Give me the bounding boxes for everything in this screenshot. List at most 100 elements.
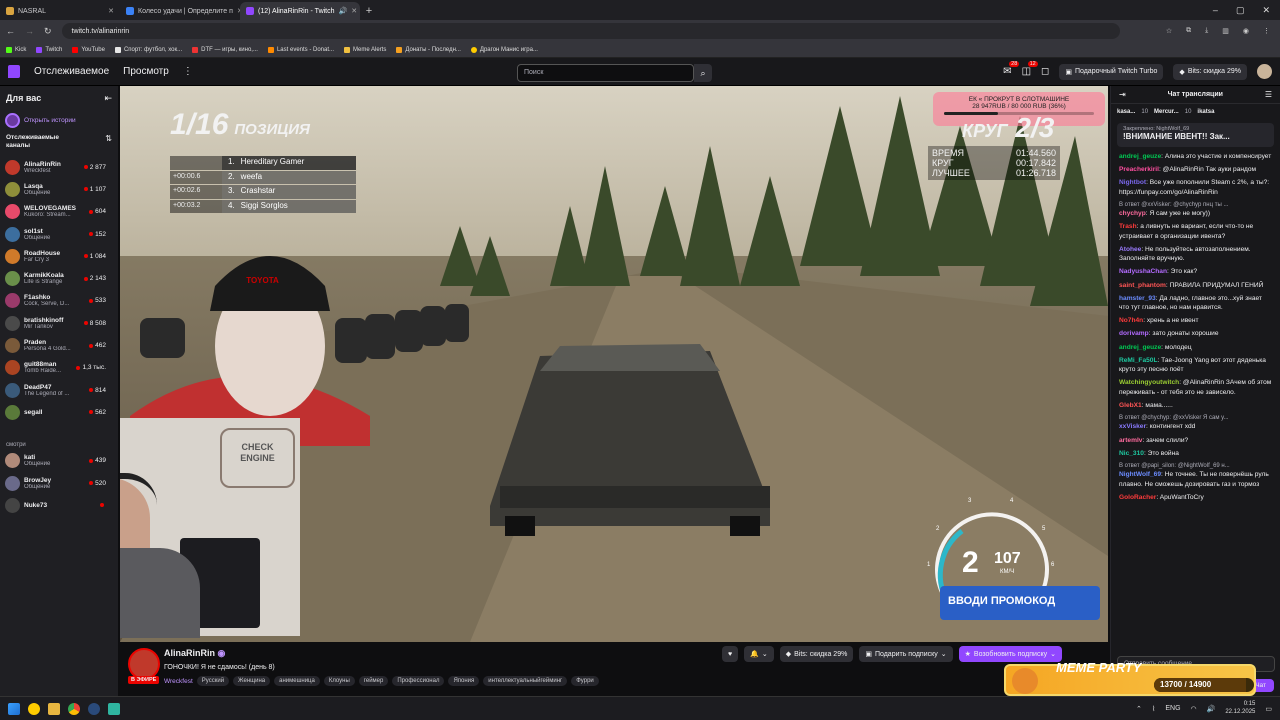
game-link[interactable]: Wreckfest	[164, 678, 193, 685]
sidebar-channel-item[interactable]: BrowJey Общение 520	[0, 472, 118, 494]
sidebar-channel-item[interactable]: Praden Persona 4 Gold... 462	[0, 334, 118, 356]
sidebar-channel-item[interactable]: sol1st Общение 152	[0, 223, 118, 245]
bookmark-item[interactable]: Twitch	[36, 46, 62, 53]
sidebar-channel-item[interactable]: bratishkinoff Mir Tankov 8 508	[0, 312, 118, 334]
chat-username[interactable]: xxVisker	[1119, 423, 1146, 430]
maximize-icon[interactable]: ▢	[1236, 5, 1245, 16]
bookmark-item[interactable]: Kick	[6, 46, 26, 53]
chat-username[interactable]: artemlv	[1119, 437, 1142, 444]
follow-heart-button[interactable]: ♥	[722, 646, 739, 662]
gift-turbo-button[interactable]: ▣ Подарочный Twitch Turbo	[1059, 63, 1164, 80]
stream-tag[interactable]: анимешница	[274, 676, 320, 686]
forward-icon[interactable]: →	[25, 26, 34, 36]
extensions-icon[interactable]: ⧉	[1186, 27, 1191, 35]
browser-tab[interactable]: NASRAL ✕	[0, 2, 120, 20]
sidebar-channel-item[interactable]: Nuke73	[0, 494, 118, 516]
chat-message[interactable]: Nic_310: Это война	[1111, 447, 1280, 460]
chat-message[interactable]: andrej_geuze: молодец	[1111, 341, 1280, 354]
chat-username[interactable]: dorivamp	[1119, 330, 1149, 337]
stream-tag[interactable]: Женщина	[233, 676, 271, 686]
chevron-up-icon[interactable]: ⌃	[1136, 705, 1142, 713]
chat-message[interactable]: В ответ @xxVisker: @chychyp пнц ты ... ch…	[1111, 199, 1280, 221]
chat-username[interactable]: Atohee	[1119, 246, 1141, 253]
chat-username[interactable]: ReMi_Fa50L	[1119, 357, 1157, 364]
user-avatar[interactable]	[1257, 64, 1272, 79]
chat-message[interactable]: andrej_geuze: Алина это участие и компен…	[1111, 150, 1280, 163]
pinned-message[interactable]: Закреплено: NightWolf_69 !ВНИМАНИЕ ИВЕНТ…	[1117, 123, 1274, 147]
bits-button[interactable]: ◆ Bits: скидка 29%	[1173, 63, 1247, 80]
close-window-icon[interactable]: ✕	[1262, 5, 1270, 16]
chat-message[interactable]: Trash: а ливнуть не вариант, если что-то…	[1111, 220, 1280, 242]
users-icon[interactable]: ☰	[1265, 90, 1272, 99]
twitch-logo-icon[interactable]	[8, 65, 20, 78]
yandex-browser-icon[interactable]	[28, 702, 40, 715]
sidebar-channel-item[interactable]: KarmikKoala Life is Strange 2 143	[0, 267, 118, 289]
chat-message[interactable]: GoloRacher: ApuWantToCry	[1111, 491, 1280, 504]
chat-message[interactable]: dorivamp: зато донаты хорошие	[1111, 327, 1280, 340]
sidebar-channel-item[interactable]: segall 562	[0, 401, 118, 423]
sidebar-channel-item[interactable]: kati Общение 439	[0, 450, 118, 472]
chat-message[interactable]: artemlv: зачем слили?	[1111, 434, 1280, 447]
bookmark-item[interactable]: YouTube	[72, 46, 105, 53]
chat-message[interactable]: GlebX1: мама......	[1111, 399, 1280, 412]
chat-username[interactable]: Trash	[1119, 223, 1137, 230]
stream-tag[interactable]: Япония	[448, 676, 480, 686]
stream-tag[interactable]: интеллектуальныйгейминг	[483, 676, 568, 686]
sidebar-toggle-icon[interactable]: ▥	[1222, 27, 1229, 35]
stream-tag[interactable]: Русский	[196, 676, 230, 686]
nav-browse-link[interactable]: Просмотр	[123, 66, 169, 77]
browser-tab-active[interactable]: (12) AlinaRinRin - Twitch 🔊 ✕	[240, 2, 360, 20]
menu-icon[interactable]: ⋮	[1263, 27, 1270, 35]
chat-message[interactable]: saint_phantom: ПРАВИЛА ПРИДУМАЛ ГЕНИЙ	[1111, 279, 1280, 292]
bits-button[interactable]: ◆ Bits: скидка 29%	[779, 646, 854, 662]
bookmark-item[interactable]: DTF — игры, кино,...	[192, 46, 258, 53]
chat-username[interactable]: NadyushaChan	[1119, 268, 1167, 275]
chat-message[interactable]: В ответ @chychyp: @xxVisker Я сам у... xx…	[1111, 412, 1280, 434]
nav-following-link[interactable]: Отслеживаемое	[34, 66, 109, 77]
close-tab-icon[interactable]: ✕	[351, 7, 357, 15]
minimize-icon[interactable]: –	[1213, 5, 1218, 15]
profile-icon[interactable]: ◉	[1243, 27, 1249, 35]
reload-icon[interactable]: ↻	[44, 26, 52, 37]
bookmark-item[interactable]: Донаты - Последн...	[396, 46, 461, 53]
chat-username[interactable]: GlebX1	[1119, 402, 1142, 409]
steam-icon[interactable]	[88, 702, 100, 715]
stream-tag[interactable]: Клоуны	[323, 676, 355, 686]
chat-username[interactable]: andrej_geuze	[1119, 153, 1161, 160]
chat-message[interactable]: hamster_93: Да ладно, главное это...хуй …	[1111, 292, 1280, 314]
network-icon[interactable]: ⌇	[1152, 705, 1155, 713]
sidebar-channel-item[interactable]: F1ashko Cock, Serve, D... 533	[0, 290, 118, 312]
chrome-icon[interactable]	[68, 702, 80, 715]
stream-tag[interactable]: геймер	[358, 676, 389, 686]
bookmark-item[interactable]: Last events - Donat...	[267, 46, 334, 53]
sidebar-channel-item[interactable]: DeadP47 The Legend of ... 814	[0, 379, 118, 401]
chat-username[interactable]: Nightbot	[1119, 179, 1146, 186]
speaker-icon[interactable]: 🔊	[339, 7, 348, 15]
chat-username[interactable]: andrej_geuze	[1119, 344, 1161, 351]
sort-icon[interactable]: ⇅	[105, 134, 112, 152]
bookmark-item[interactable]: Драгон Манис игра...	[470, 46, 538, 53]
close-tab-icon[interactable]: ✕	[108, 7, 114, 15]
sidebar-channel-item[interactable]: RoadHouse Far Cry 3 1 084	[0, 245, 118, 267]
collapse-chat-icon[interactable]: ⇥	[1119, 90, 1126, 99]
chat-username[interactable]: saint_phantom	[1119, 282, 1166, 289]
resub-button[interactable]: ★ Возобновить подписку ⌄	[958, 646, 1062, 662]
chat-username[interactable]: No7h4n	[1119, 317, 1143, 324]
chat-username[interactable]: chychyp	[1119, 210, 1146, 217]
chat-message[interactable]: В ответ @papi_silon: @NightWolf_69 н... N…	[1111, 460, 1280, 491]
sidebar-channel-item[interactable]: WELOVEGAMES Kukoro: Stream... 604	[0, 201, 118, 223]
new-tab-button[interactable]: +	[360, 2, 378, 20]
stream-tag[interactable]: Профессионал	[392, 676, 445, 686]
lang-indicator[interactable]: ENG	[1165, 705, 1180, 712]
download-icon[interactable]: ⤓	[1205, 27, 1208, 35]
chat-top-user[interactable]: 10	[1185, 109, 1192, 115]
search-button[interactable]: ⌕	[694, 64, 712, 82]
chat-message[interactable]: Atohee: Не пользуйтесь автозаполнением. …	[1111, 243, 1280, 265]
chat-top-user[interactable]: ikatsa	[1197, 109, 1214, 115]
more-icon[interactable]: ⋮	[183, 66, 193, 77]
sidebar-channel-item[interactable]: AlinaRinRin Wreckfest 2 877	[0, 156, 118, 178]
chat-top-user[interactable]: 10	[1141, 109, 1148, 115]
chat-username[interactable]: GoloRacher	[1119, 494, 1156, 501]
notification-bell-button[interactable]: 🔔 ⌄	[744, 646, 774, 662]
stream-tag[interactable]: Фурри	[571, 676, 599, 686]
